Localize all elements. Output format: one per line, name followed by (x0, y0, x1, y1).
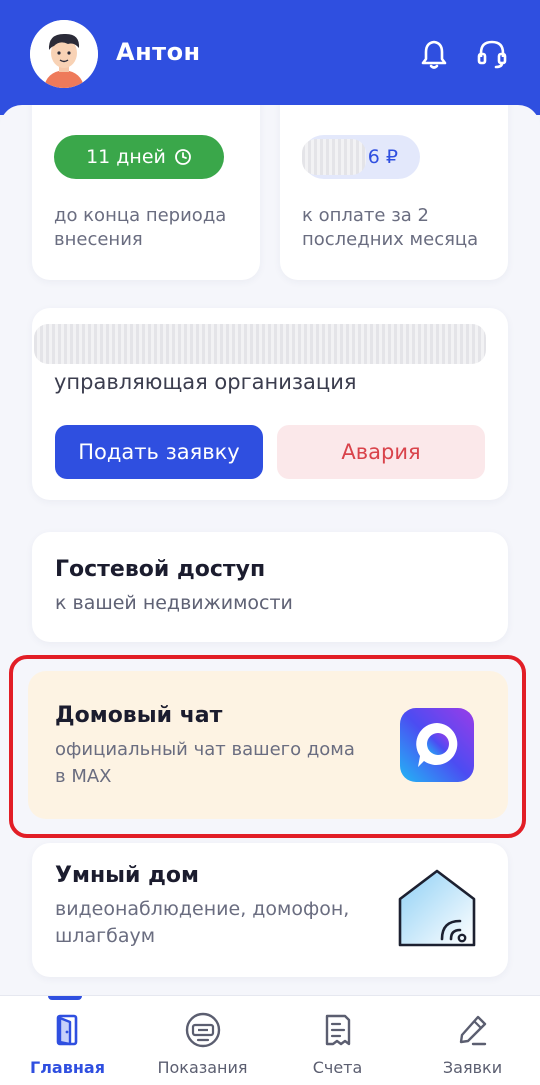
amount-label: 6 ₽ (367, 146, 398, 168)
smart-home-title: Умный дом (55, 863, 199, 888)
management-subtitle: управляющая организация (54, 370, 357, 394)
nav-requests-label: Заявки (442, 1058, 503, 1077)
nav-home-label: Главная (30, 1058, 105, 1077)
payment-period-card[interactable]: 11 дней до конца периода внесения (32, 105, 260, 280)
hidden-amount-blur (302, 139, 366, 175)
bell-icon[interactable] (416, 36, 452, 72)
nav-active-indicator (48, 996, 82, 1000)
headset-icon[interactable] (474, 36, 510, 72)
user-name[interactable]: Антон (116, 38, 201, 66)
avatar[interactable] (30, 20, 98, 88)
guest-access-card[interactable]: Гостевой доступ к вашей недвижимости (32, 532, 508, 642)
days-left-label: 11 дней (86, 146, 166, 168)
pencil-icon (453, 1010, 493, 1050)
bottom-navigation: Главная Показания Счета Заявки (0, 995, 540, 1085)
smart-home-subtitle: видеонаблюдение, домофон, шлагбаум (55, 898, 350, 947)
nav-requests[interactable]: Заявки (405, 996, 540, 1085)
nav-home[interactable]: Главная (0, 996, 135, 1085)
management-card: управляющая организация Подать заявку Ав… (32, 308, 508, 500)
smart-home-card[interactable]: Умный дом видеонаблюдение, домофон, шлаг… (32, 843, 508, 977)
receipt-icon (318, 1010, 358, 1050)
submit-request-button[interactable]: Подать заявку (55, 425, 263, 479)
days-left-badge: 11 дней (54, 135, 224, 179)
highlight-frame (9, 655, 526, 838)
payment-period-caption: до конца периода внесения (54, 205, 227, 250)
payment-due-card[interactable]: 6 ₽ к оплате за 2 последних месяца (280, 105, 508, 280)
guest-access-subtitle: к вашей недвижимости (55, 592, 293, 614)
smart-house-icon (396, 865, 478, 949)
nav-bills[interactable]: Счета (270, 996, 405, 1085)
nav-readings[interactable]: Показания (135, 996, 270, 1085)
app-header: Антон (0, 0, 540, 115)
nav-readings-label: Показания (157, 1058, 248, 1077)
guest-access-title: Гостевой доступ (55, 557, 266, 582)
main-content: 11 дней до конца периода внесения 6 ₽ к … (0, 105, 540, 995)
payment-due-caption: к оплате за 2 последних месяца (302, 205, 479, 250)
hidden-company-name-blur (34, 324, 486, 364)
meter-icon (183, 1010, 223, 1050)
nav-bills-label: Счета (312, 1058, 363, 1077)
clock-icon (174, 148, 192, 166)
emergency-button[interactable]: Авария (277, 425, 485, 479)
door-icon (48, 1010, 88, 1050)
